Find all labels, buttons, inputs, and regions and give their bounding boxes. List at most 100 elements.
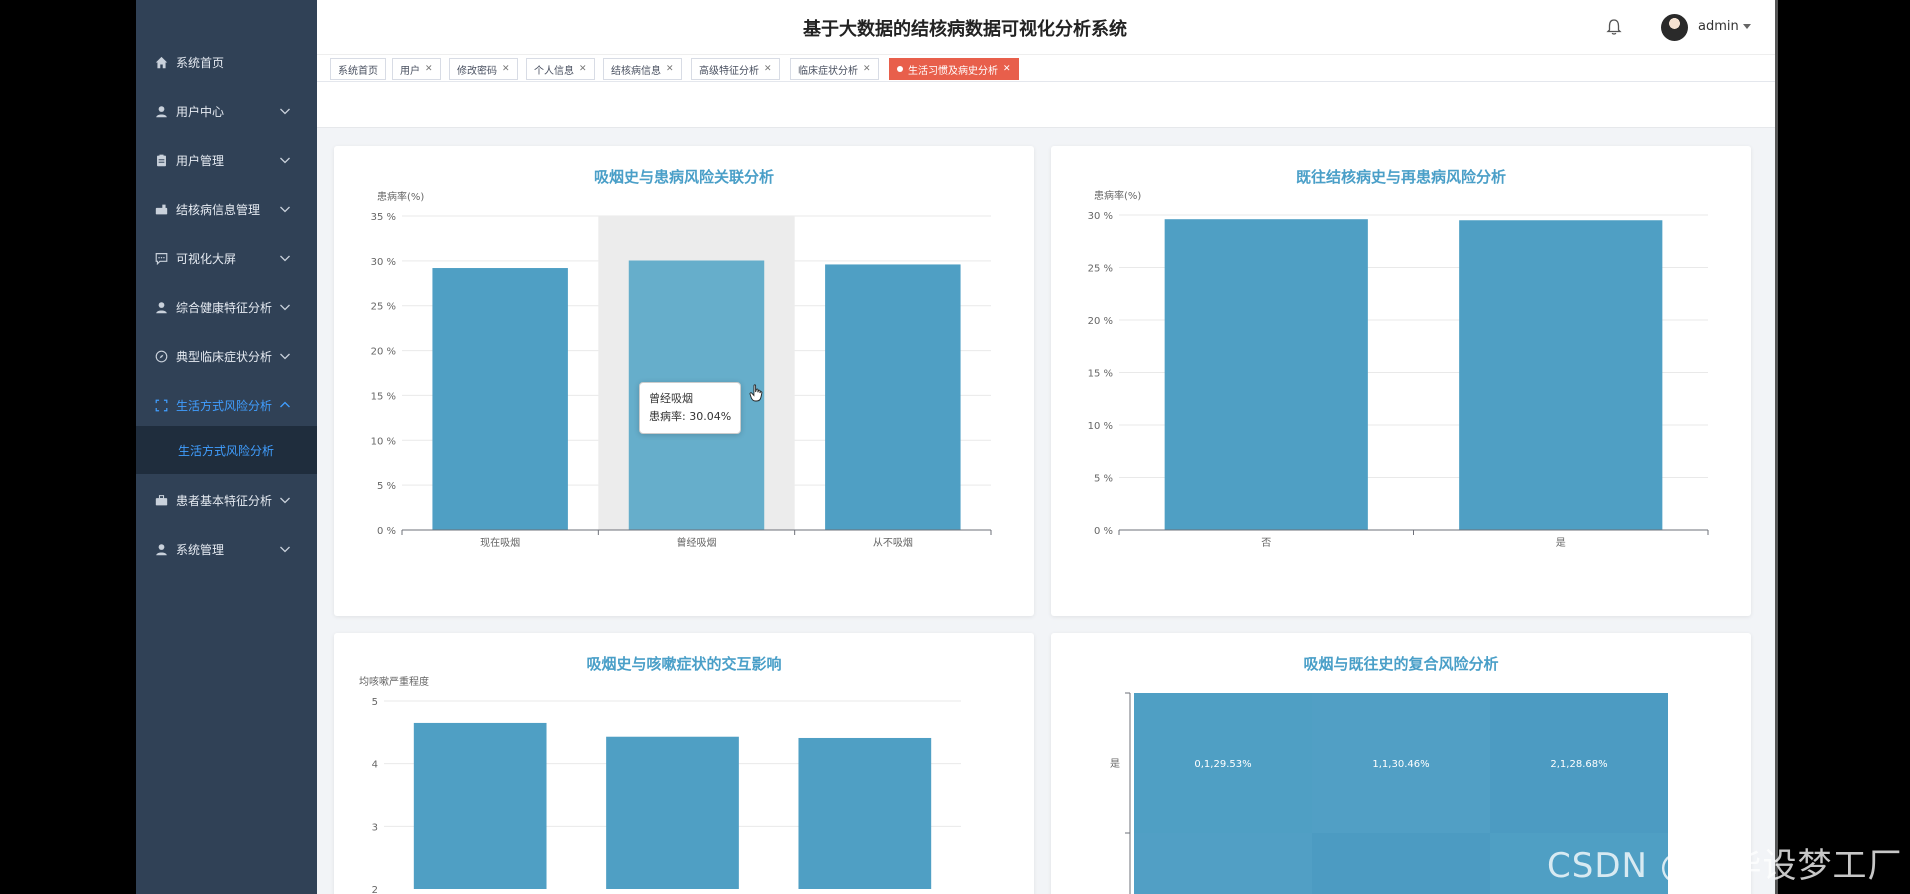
tag-label: 系统首页 <box>338 65 378 77</box>
cough-interaction-chart: 均咳嗽严重程度 2 3 4 5 <box>359 675 961 894</box>
tag-label: 用户 <box>400 65 420 77</box>
content-header-bar <box>317 82 1775 128</box>
hand-cursor-icon <box>749 384 763 402</box>
bar <box>606 736 739 889</box>
message-icon <box>154 251 168 265</box>
user-icon <box>154 300 168 314</box>
bar <box>1164 219 1368 530</box>
y-tick-label: 25 % <box>1088 264 1113 275</box>
y-tick-label: 35 % <box>371 212 396 223</box>
tag-advanced-analysis[interactable]: 高级特征分析 ✕ <box>691 58 780 80</box>
tag-clinical-analysis[interactable]: 临床症状分析 ✕ <box>790 58 879 80</box>
sidebar-item-tb-info[interactable]: 结核病信息管理 <box>136 187 317 231</box>
chevron-down-icon <box>280 255 290 262</box>
tag-users[interactable]: 用户 ✕ <box>392 58 441 80</box>
y-tick-label: 3 <box>372 822 378 833</box>
y-tick-label: 10 % <box>1088 421 1113 432</box>
y-tick-label: 10 % <box>371 436 396 447</box>
close-icon[interactable]: ✕ <box>863 64 871 74</box>
tag-lifestyle-analysis[interactable]: 生活习惯及病史分析 ✕ <box>889 58 1019 80</box>
sidebar-item-label: 患者基本特征分析 <box>176 493 273 508</box>
user-icon <box>154 542 168 556</box>
x-tick-label: 曾经吸烟 <box>677 536 717 549</box>
sidebar-item-label: 系统管理 <box>176 542 225 557</box>
sidebar-item-clinical-analysis[interactable]: 典型临床症状分析 <box>136 334 317 378</box>
bell-icon[interactable] <box>1605 18 1623 36</box>
chevron-down-icon <box>280 157 290 164</box>
caret-down-icon[interactable] <box>1743 24 1751 29</box>
sidebar-item-patient-basic[interactable]: 患者基本特征分析 <box>136 478 317 522</box>
tag-change-password[interactable]: 修改密码 ✕ <box>449 58 518 80</box>
chevron-up-icon <box>280 401 290 408</box>
briefcase-icon <box>154 202 168 216</box>
sidebar-item-home[interactable]: 系统首页 <box>136 40 317 84</box>
tag-label: 高级特征分析 <box>699 65 759 77</box>
tooltip-value: 患病率: 30.04% <box>649 410 732 423</box>
screen: 系统首页 用户中心 用户管理 结核病信息管理 可视化大屏 综合健康特征分析 典型… <box>0 0 1910 894</box>
sidebar-item-label: 用户管理 <box>176 153 225 168</box>
close-icon[interactable]: ✕ <box>666 64 674 74</box>
chart-card-history: 既往结核病史与再患病风险分析 患病率(%) 0 % 5 % 10 % 15 % 20 % 2… <box>1051 146 1751 616</box>
sidebar-item-user-management[interactable]: 用户管理 <box>136 138 317 182</box>
y-tick-label: 是 <box>1110 758 1120 770</box>
username[interactable]: admin <box>1698 19 1739 34</box>
home-icon <box>154 55 168 69</box>
y-axis-title: 患病率(%) <box>1094 189 1141 202</box>
page-title: 基于大数据的结核病数据可视化分析系统 <box>803 19 1127 40</box>
suitcase-icon <box>154 493 168 507</box>
sidebar: 系统首页 用户中心 用户管理 结核病信息管理 可视化大屏 综合健康特征分析 典型… <box>136 0 317 894</box>
active-dot <box>897 66 903 72</box>
y-axis-title: 均咳嗽严重程度 <box>359 675 429 688</box>
sidebar-item-health-analysis[interactable]: 综合健康特征分析 <box>136 285 317 329</box>
y-tick-label: 2 <box>372 885 378 894</box>
tooltip-title: 曾经吸烟 <box>649 392 693 405</box>
sidebar-item-system-management[interactable]: 系统管理 <box>136 527 317 571</box>
y-tick-label: 0 % <box>377 526 396 537</box>
heatmap-cell-label: 2,1,28.68% <box>1550 759 1607 770</box>
y-tick-label: 15 % <box>371 391 396 402</box>
chevron-down-icon <box>280 497 290 504</box>
bar <box>798 737 932 889</box>
chart-tooltip: 曾经吸烟 患病率: 30.04% <box>639 382 742 434</box>
sidebar-item-lifestyle-analysis[interactable]: 生活方式风险分析 <box>136 383 317 427</box>
fullscreen-icon <box>154 398 168 412</box>
y-tick-label: 30 % <box>1088 211 1113 222</box>
avatar[interactable] <box>1661 14 1688 41</box>
sidebar-item-user-center[interactable]: 用户中心 <box>136 89 317 133</box>
sidebar-subitem-lifestyle-analysis[interactable]: 生活方式风险分析 <box>136 426 317 474</box>
y-tick-label: 20 % <box>371 347 396 358</box>
heatmap-cell-label: 1,1,30.46% <box>1372 759 1429 770</box>
sidebar-item-label: 生活方式风险分析 <box>176 398 273 413</box>
chevron-down-icon <box>280 304 290 311</box>
sidebar-item-label: 结核病信息管理 <box>176 202 261 217</box>
close-icon[interactable]: ✕ <box>502 64 510 74</box>
tag-label: 修改密码 <box>457 65 497 77</box>
sidebar-item-dashboard[interactable]: 可视化大屏 <box>136 236 317 280</box>
y-tick-label: 30 % <box>371 257 396 268</box>
close-icon[interactable]: ✕ <box>425 64 433 74</box>
chevron-down-icon <box>280 108 290 115</box>
user-icon <box>154 104 168 118</box>
tag-home[interactable]: 系统首页 <box>330 58 386 80</box>
y-tick-label: 25 % <box>371 302 396 313</box>
close-icon[interactable]: ✕ <box>764 64 772 74</box>
y-tick-label: 5 % <box>1094 474 1113 485</box>
compass-icon <box>154 349 168 363</box>
y-axis-title: 患病率(%) <box>377 190 424 203</box>
tag-label: 结核病信息 <box>611 65 661 77</box>
sidebar-item-label: 典型临床症状分析 <box>176 349 273 364</box>
y-tick-label: 0 % <box>1094 526 1113 537</box>
sidebar-item-label: 综合健康特征分析 <box>176 300 273 315</box>
tag-profile[interactable]: 个人信息 ✕ <box>526 58 595 80</box>
sidebar-item-label: 系统首页 <box>176 55 225 70</box>
tag-tb-info[interactable]: 结核病信息 ✕ <box>603 58 682 80</box>
x-tick-label: 现在吸烟 <box>480 536 520 549</box>
clipboard-icon <box>154 153 168 167</box>
heatmap-cell <box>1312 833 1490 894</box>
heatmap-cell <box>1134 833 1312 894</box>
close-icon[interactable]: ✕ <box>579 64 587 74</box>
sidebar-item-label: 用户中心 <box>176 104 225 119</box>
close-icon[interactable]: ✕ <box>1003 64 1011 74</box>
y-tick-label: 15 % <box>1088 369 1113 380</box>
window-edge <box>1775 0 1778 894</box>
